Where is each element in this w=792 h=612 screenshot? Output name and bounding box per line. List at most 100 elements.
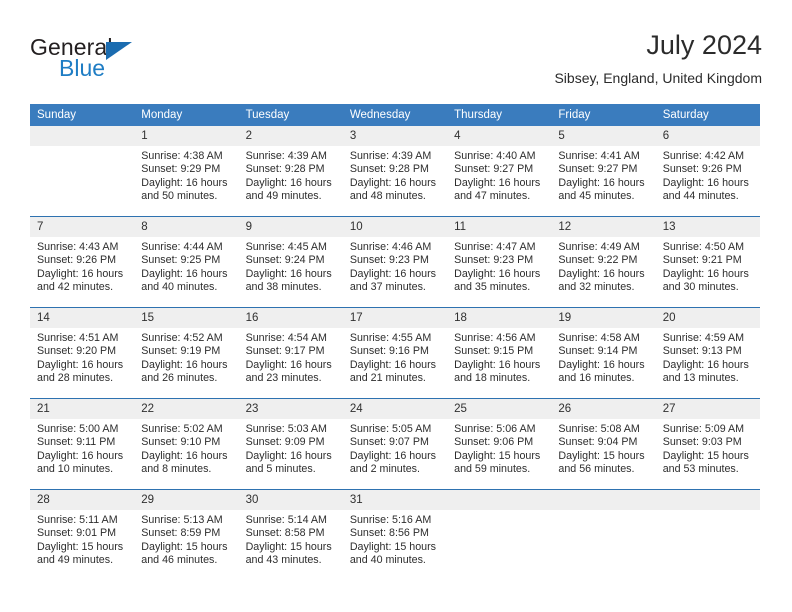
day-details: Sunrise: 4:44 AM Sunset: 9:25 PM Daylight:… xyxy=(134,237,238,295)
day-number: 21 xyxy=(30,399,135,419)
day-number xyxy=(551,490,656,510)
weekday-header-sunday: Sunday xyxy=(30,104,135,126)
calendar-day-cell[interactable]: 4 Sunrise: 4:40 AM Sunset: 9:27 PM Daylight… xyxy=(447,126,552,217)
calendar-day-cell[interactable]: 20 Sunrise: 4:59 AM Sunset: 9:13 PM Dayligh… xyxy=(655,307,760,399)
daylight-text-line1: Daylight: 16 hours xyxy=(558,267,645,280)
day-number: 31 xyxy=(342,490,448,510)
sunrise-text: Sunrise: 4:55 AM xyxy=(349,332,432,344)
sunrise-text: Sunrise: 5:14 AM xyxy=(245,514,327,526)
general-blue-logo[interactable]: General Blue xyxy=(30,34,260,90)
calendar-day-cell[interactable]: 3 Sunrise: 4:39 AM Sunset: 9:28 PM Daylight… xyxy=(342,126,448,217)
sunset-text: Sunset: 9:20 PM xyxy=(37,345,117,358)
calendar-day-cell[interactable]: 14 Sunrise: 4:51 AM Sunset: 9:20 PM Dayligh… xyxy=(30,307,135,399)
calendar-day-cell[interactable]: 19 Sunrise: 4:58 AM Sunset: 9:14 PM Dayligh… xyxy=(551,307,656,399)
day-details: Sunrise: 4:50 AM Sunset: 9:21 PM Daylight:… xyxy=(656,237,760,295)
calendar-day-cell[interactable]: 30 Sunrise: 5:14 AM Sunset: 8:58 PM Dayligh… xyxy=(238,489,343,580)
sunrise-text: Sunrise: 4:52 AM xyxy=(141,332,223,344)
day-details: Sunrise: 4:47 AM Sunset: 9:23 PM Daylight:… xyxy=(447,237,551,295)
sunset-text: Sunset: 8:58 PM xyxy=(245,527,325,540)
sunrise-text: Sunrise: 4:47 AM xyxy=(454,241,536,253)
day-number: 10 xyxy=(342,217,448,237)
daylight-text-line2: and 48 minutes. xyxy=(349,190,426,203)
calendar-day-cell[interactable]: 12 Sunrise: 4:49 AM Sunset: 9:22 PM Dayligh… xyxy=(551,216,656,308)
day-cell-inner: 10 Sunrise: 4:46 AM Sunset: 9:23 PM Dayligh… xyxy=(342,217,448,307)
calendar-day-cell[interactable]: 2 Sunrise: 4:39 AM Sunset: 9:28 PM Daylight… xyxy=(238,126,343,217)
sunset-text: Sunset: 9:29 PM xyxy=(141,163,221,176)
daylight-text-line1: Daylight: 16 hours xyxy=(558,176,645,189)
triangle-flag-icon xyxy=(106,42,132,60)
day-cell-inner: 17 Sunrise: 4:55 AM Sunset: 9:16 PM Dayligh… xyxy=(342,308,448,398)
daylight-text-line1: Daylight: 15 hours xyxy=(245,540,332,553)
daylight-text-line1: Daylight: 16 hours xyxy=(141,267,228,280)
calendar-day-cell[interactable]: 31 Sunrise: 5:16 AM Sunset: 8:56 PM Dayligh… xyxy=(342,489,448,580)
day-number: 5 xyxy=(551,126,656,146)
calendar-day-cell[interactable]: 5 Sunrise: 4:41 AM Sunset: 9:27 PM Daylight… xyxy=(551,126,656,217)
daylight-text-line1: Daylight: 16 hours xyxy=(349,176,436,189)
calendar-day-cell[interactable]: 8 Sunrise: 4:44 AM Sunset: 9:25 PM Daylight… xyxy=(134,216,239,308)
day-number: 18 xyxy=(447,308,552,328)
calendar-day-cell[interactable]: 28 Sunrise: 5:11 AM Sunset: 9:01 PM Dayligh… xyxy=(30,489,135,580)
daylight-text-line1: Daylight: 15 hours xyxy=(37,540,124,553)
sunrise-text: Sunrise: 4:39 AM xyxy=(245,150,327,162)
day-number: 11 xyxy=(447,217,552,237)
calendar-day-cell[interactable]: 6 Sunrise: 4:42 AM Sunset: 9:26 PM Daylight… xyxy=(655,126,760,217)
calendar-day-cell[interactable]: 27 Sunrise: 5:09 AM Sunset: 9:03 PM Dayligh… xyxy=(655,398,760,490)
day-number: 29 xyxy=(134,490,239,510)
calendar-day-cell[interactable]: 29 Sunrise: 5:13 AM Sunset: 8:59 PM Dayligh… xyxy=(134,489,239,580)
weekday-header-wednesday: Wednesday xyxy=(342,104,448,126)
calendar-day-cell[interactable]: 13 Sunrise: 4:50 AM Sunset: 9:21 PM Dayligh… xyxy=(655,216,760,308)
day-cell-inner: 18 Sunrise: 4:56 AM Sunset: 9:15 PM Dayligh… xyxy=(447,308,552,398)
sunrise-text: Sunrise: 4:45 AM xyxy=(245,241,327,253)
day-cell-inner: 31 Sunrise: 5:16 AM Sunset: 8:56 PM Dayligh… xyxy=(342,490,448,580)
day-details: Sunrise: 4:38 AM Sunset: 9:29 PM Daylight:… xyxy=(134,146,238,204)
day-number: 20 xyxy=(655,308,760,328)
calendar-day-cell[interactable]: 11 Sunrise: 4:47 AM Sunset: 9:23 PM Dayligh… xyxy=(447,216,552,308)
day-cell-inner xyxy=(447,490,552,580)
page-title: July 2024 xyxy=(646,30,762,60)
day-details: Sunrise: 5:13 AM Sunset: 8:59 PM Daylight:… xyxy=(134,510,238,568)
daylight-text-line1: Daylight: 16 hours xyxy=(558,358,645,371)
day-cell-inner: 28 Sunrise: 5:11 AM Sunset: 9:01 PM Dayligh… xyxy=(30,490,135,580)
day-cell-inner: 25 Sunrise: 5:06 AM Sunset: 9:06 PM Dayligh… xyxy=(447,399,552,489)
calendar-day-cell[interactable]: 16 Sunrise: 4:54 AM Sunset: 9:17 PM Dayligh… xyxy=(238,307,343,399)
sunrise-text: Sunrise: 4:38 AM xyxy=(141,150,223,162)
calendar-day-cell[interactable]: 23 Sunrise: 5:03 AM Sunset: 9:09 PM Dayligh… xyxy=(238,398,343,490)
day-details: Sunrise: 4:41 AM Sunset: 9:27 PM Daylight:… xyxy=(551,146,655,204)
day-cell-inner: 16 Sunrise: 4:54 AM Sunset: 9:17 PM Dayligh… xyxy=(238,308,343,398)
daylight-text-line1: Daylight: 16 hours xyxy=(37,358,124,371)
daylight-text-line1: Daylight: 16 hours xyxy=(454,176,541,189)
day-number: 17 xyxy=(342,308,448,328)
sunset-text: Sunset: 9:17 PM xyxy=(245,345,325,358)
day-number: 6 xyxy=(655,126,760,146)
sunset-text: Sunset: 9:22 PM xyxy=(558,254,638,267)
day-details: Sunrise: 4:52 AM Sunset: 9:19 PM Daylight:… xyxy=(134,328,238,386)
calendar-day-cell[interactable]: 25 Sunrise: 5:06 AM Sunset: 9:06 PM Dayligh… xyxy=(447,398,552,490)
day-number: 30 xyxy=(238,490,343,510)
title-block: July 2024 Sibsey, England, United Kingdo… xyxy=(554,28,762,89)
sunrise-text: Sunrise: 4:40 AM xyxy=(454,150,536,162)
day-cell-inner: 19 Sunrise: 4:58 AM Sunset: 9:14 PM Dayligh… xyxy=(551,308,656,398)
sunset-text: Sunset: 9:10 PM xyxy=(141,436,221,449)
sunrise-sunset-calendar: Sunday Monday Tuesday Wednesday Thursday… xyxy=(30,104,760,580)
day-number: 8 xyxy=(134,217,239,237)
calendar-day-cell[interactable]: 24 Sunrise: 5:05 AM Sunset: 9:07 PM Dayligh… xyxy=(342,398,448,490)
calendar-day-cell[interactable]: 9 Sunrise: 4:45 AM Sunset: 9:24 PM Daylight… xyxy=(238,216,343,308)
calendar-day-cell[interactable]: 15 Sunrise: 4:52 AM Sunset: 9:19 PM Dayligh… xyxy=(134,307,239,399)
calendar-day-cell[interactable]: 10 Sunrise: 4:46 AM Sunset: 9:23 PM Dayligh… xyxy=(342,216,448,308)
sunset-text: Sunset: 9:25 PM xyxy=(141,254,221,267)
daylight-text-line2: and 18 minutes. xyxy=(454,372,531,385)
calendar-day-cell[interactable]: 18 Sunrise: 4:56 AM Sunset: 9:15 PM Dayligh… xyxy=(447,307,552,399)
calendar-day-cell[interactable]: 17 Sunrise: 4:55 AM Sunset: 9:16 PM Dayligh… xyxy=(342,307,448,399)
day-cell-inner: 5 Sunrise: 4:41 AM Sunset: 9:27 PM Daylight… xyxy=(551,126,656,216)
daylight-text-line2: and 16 minutes. xyxy=(558,372,635,385)
calendar-day-cell[interactable]: 1 Sunrise: 4:38 AM Sunset: 9:29 PM Daylight… xyxy=(134,126,239,217)
day-cell-inner: 21 Sunrise: 5:00 AM Sunset: 9:11 PM Dayligh… xyxy=(30,399,135,489)
calendar-day-cell[interactable]: 22 Sunrise: 5:02 AM Sunset: 9:10 PM Dayligh… xyxy=(134,398,239,490)
sunset-text: Sunset: 9:09 PM xyxy=(245,436,325,449)
calendar-day-cell[interactable]: 26 Sunrise: 5:08 AM Sunset: 9:04 PM Dayligh… xyxy=(551,398,656,490)
sunset-text: Sunset: 9:23 PM xyxy=(454,254,534,267)
sunrise-text: Sunrise: 5:02 AM xyxy=(141,423,223,435)
daylight-text-line1: Daylight: 16 hours xyxy=(349,358,436,371)
calendar-day-cell[interactable]: 7 Sunrise: 4:43 AM Sunset: 9:26 PM Daylight… xyxy=(30,216,135,308)
calendar-day-cell[interactable]: 21 Sunrise: 5:00 AM Sunset: 9:11 PM Dayligh… xyxy=(30,398,135,490)
